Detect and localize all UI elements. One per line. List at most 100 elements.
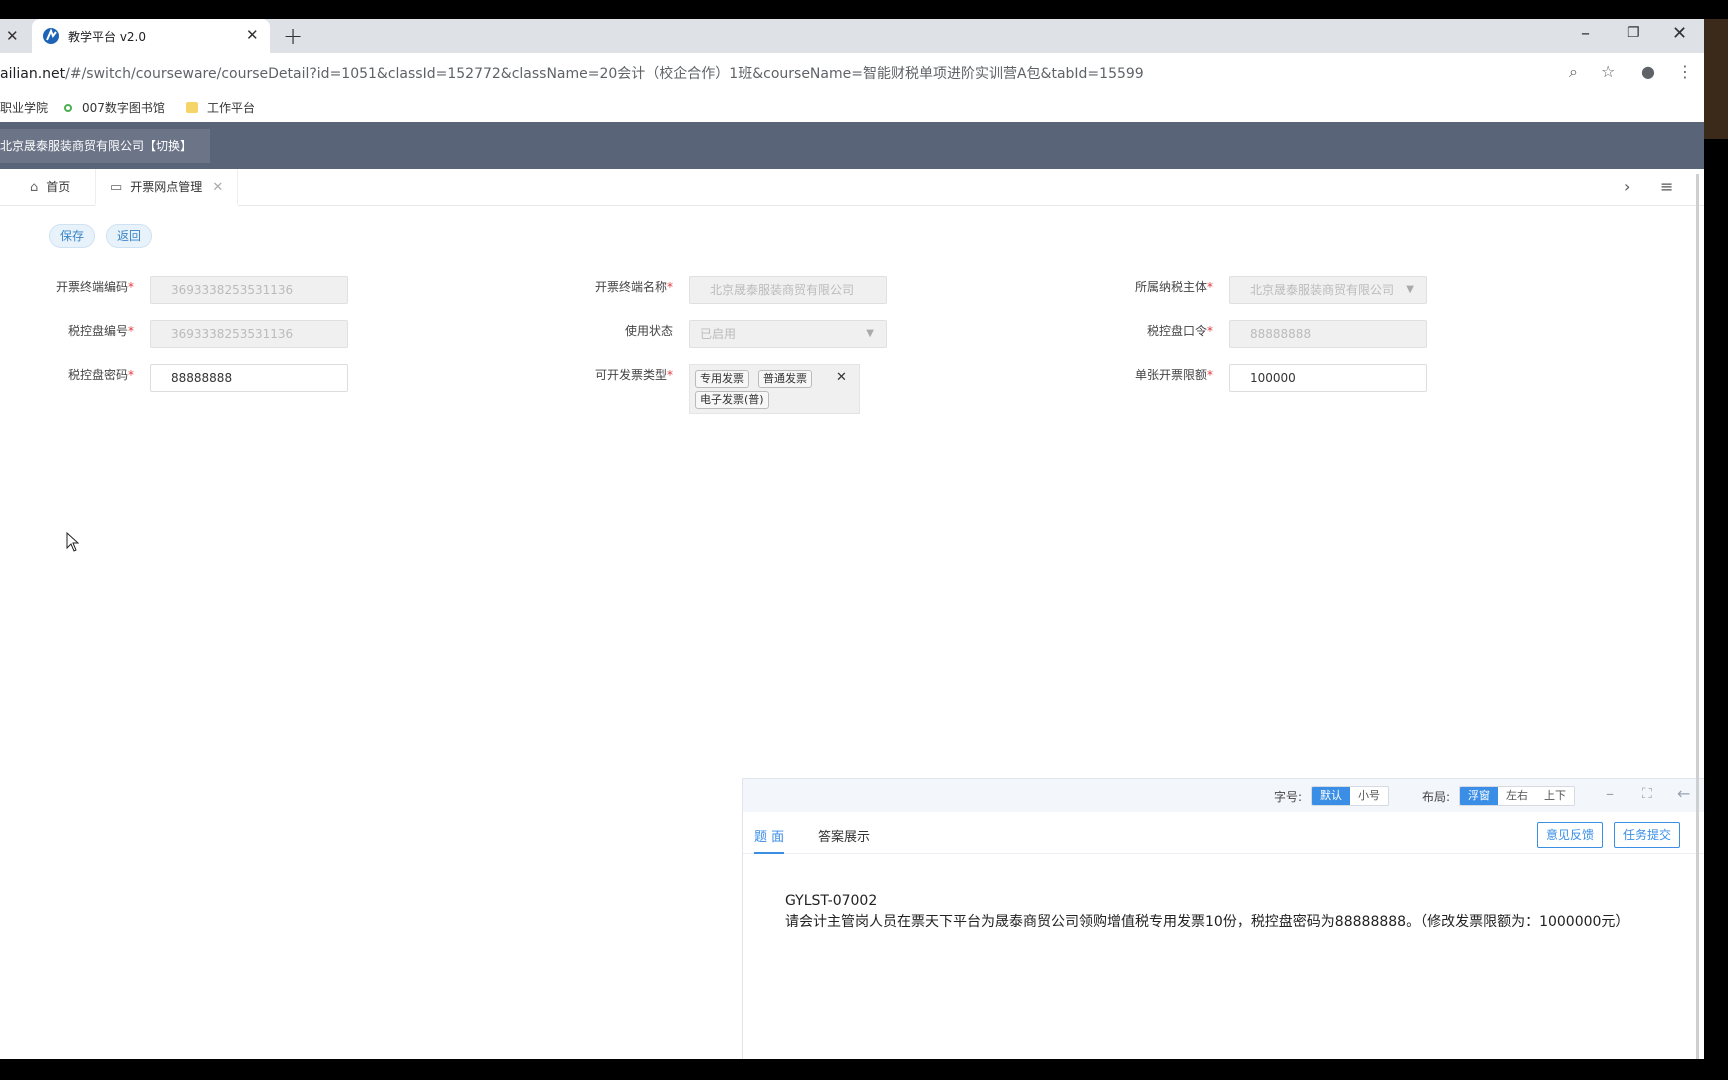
label-text: 税控盘编号 <box>67 324 128 338</box>
document-icon: ▭ <box>110 180 123 195</box>
tab-title: 教学平台 v2.0 <box>68 30 147 44</box>
profile-icon[interactable]: ● <box>1641 62 1655 81</box>
close-icon[interactable]: ✕ <box>6 27 19 45</box>
required-mark: * <box>128 324 134 338</box>
invoice-types-multiselect[interactable]: 专用发票 普通发票 ✕ 电子发票(普) <box>689 364 860 414</box>
submit-task-button[interactable]: 任务提交 <box>1614 822 1681 848</box>
browser-tab[interactable]: 教学平台 v2.0 ✕ <box>32 19 270 53</box>
label-text: 开票终端名称 <box>594 280 667 294</box>
arrow-left-icon[interactable]: ← <box>1677 784 1690 803</box>
chevron-right-icon[interactable]: › <box>1624 177 1630 196</box>
layout-topbottom-option[interactable]: 上下 <box>1536 787 1574 805</box>
save-button[interactable]: 保存 <box>49 224 96 248</box>
required-mark: * <box>1207 280 1213 294</box>
screen-bottom-edge <box>0 1059 1728 1080</box>
close-icon[interactable]: ✕ <box>212 180 223 195</box>
tab-answer[interactable]: 答案展示 <box>818 826 870 845</box>
required-mark: * <box>1207 368 1213 382</box>
home-icon: ⌂ <box>30 180 39 195</box>
bookmark-item[interactable]: 职业学院 <box>0 99 48 116</box>
label-text: 可开发票类型 <box>594 368 667 382</box>
disk-command-field[interactable]: 88888888 <box>1229 320 1427 348</box>
zoom-icon[interactable]: ⌕ <box>1569 62 1578 82</box>
disk-no-field[interactable]: 3693338253531136 <box>150 320 348 348</box>
terminal-name-field[interactable]: 北京晟泰服装商贸有限公司 <box>689 276 887 304</box>
select-value: 已启用 <box>700 327 737 341</box>
invoice-type-tag[interactable]: 电子发票(普) <box>695 391 769 409</box>
minimize-icon[interactable]: – <box>1581 23 1590 44</box>
invoice-type-tag[interactable]: 专用发票 <box>695 370 749 388</box>
invoice-types-label: 可开发票类型* <box>553 366 673 383</box>
tab-invoice-point[interactable]: ▭ 开票网点管理 ✕ <box>95 169 239 206</box>
required-mark: * <box>1207 324 1213 338</box>
disk-no-label: 税控盘编号* <box>14 322 134 339</box>
status-select[interactable]: 已启用 ▼ <box>689 320 887 348</box>
desktop-edge <box>1704 19 1728 139</box>
url-text[interactable]: ailian.net/#/switch/courseware/courseDet… <box>0 63 1144 83</box>
bookmark-label: 007数字图书馆 <box>82 101 165 115</box>
folder-icon <box>186 102 198 113</box>
label-text: 所属纳税主体 <box>1134 280 1207 294</box>
menu-dots-icon[interactable]: ⋮ <box>1677 62 1693 81</box>
disk-command-label: 税控盘口令* <box>1093 322 1213 339</box>
invoice-type-tag[interactable]: 普通发票 <box>758 370 812 388</box>
new-tab-icon[interactable]: + <box>283 22 303 50</box>
bookmark-folder[interactable]: 工作平台 <box>186 99 255 116</box>
required-mark: * <box>667 368 673 382</box>
question-code: GYLST-07002 <box>785 893 878 909</box>
limit-label: 单张开票限额* <box>1093 366 1213 383</box>
font-size-toggle: 默认 小号 <box>1311 786 1389 806</box>
tab-invoice-point-label: 开票网点管理 <box>130 180 203 194</box>
feedback-button[interactable]: 意见反馈 <box>1537 822 1604 848</box>
close-icon[interactable]: ✕ <box>246 26 259 44</box>
terminal-code-field[interactable]: 3693338253531136 <box>150 276 348 304</box>
layout-toggle: 浮窗 左右 上下 <box>1459 786 1575 806</box>
status-label: 使用状态 <box>624 324 673 338</box>
required-mark: * <box>667 280 673 294</box>
disk-password-field[interactable]: 88888888 <box>150 364 348 392</box>
minimize-icon[interactable]: – <box>1606 784 1614 803</box>
limit-field[interactable]: 100000 <box>1229 364 1427 392</box>
site-icon <box>64 104 72 112</box>
restore-icon[interactable]: ❐ <box>1627 25 1640 41</box>
tab-strip: ✕ 教学平台 v2.0 ✕ + – ❐ ✕ <box>0 19 1704 53</box>
question-text: 请会计主管岗人员在票天下平台为晟泰商贸公司领购增值税专用发票10份，税控盘密码为… <box>785 914 1630 930</box>
company-switcher[interactable]: 北京晟泰服装商贸有限公司【切换】 <box>0 129 210 163</box>
taxpayer-select[interactable]: 北京晟泰服装商贸有限公司 ▼ <box>1229 276 1427 304</box>
url-path: /#/switch/courseware/courseDetail?id=105… <box>65 66 1144 82</box>
task-panel: 字号: 默认 小号 布局: 浮窗 左右 上下 – ⛶ ← 题 面 答案展示 意见… <box>742 778 1704 1059</box>
bookmark-item[interactable]: 007数字图书馆 <box>64 99 165 116</box>
tab-home-label: 首页 <box>46 180 71 194</box>
terminal-code-label: 开票终端编码* <box>14 278 134 295</box>
back-button[interactable]: 返回 <box>106 224 153 248</box>
tab-home[interactable]: ⌂ 首页 <box>30 169 70 206</box>
layout-leftright-option[interactable]: 左右 <box>1498 787 1536 805</box>
platform-logo-icon <box>43 28 59 44</box>
fullscreen-icon[interactable]: ⛶ <box>1642 786 1652 802</box>
panel-toolbar: 字号: 默认 小号 布局: 浮窗 左右 上下 – ⛶ ← <box>743 779 1704 812</box>
address-bar[interactable]: ailian.net/#/switch/courseware/courseDet… <box>0 53 1704 91</box>
bookmark-label: 工作平台 <box>207 101 256 115</box>
page-scrollbar[interactable] <box>1696 174 1699 1059</box>
menu-icon[interactable]: ≡ <box>1660 177 1673 196</box>
tab-question[interactable]: 题 面 <box>754 826 785 854</box>
select-value: 北京晟泰服装商贸有限公司 <box>1250 283 1395 297</box>
font-small-option[interactable]: 小号 <box>1350 787 1388 805</box>
terminal-name-label: 开票终端名称* <box>553 278 673 295</box>
font-default-option[interactable]: 默认 <box>1312 787 1350 805</box>
caret-down-icon: ▼ <box>866 328 874 339</box>
layout-float-option[interactable]: 浮窗 <box>1460 787 1498 805</box>
required-mark: * <box>128 280 134 294</box>
app-header: 北京晟泰服装商贸有限公司【切换】 <box>0 122 1704 169</box>
clear-icon[interactable]: ✕ <box>836 370 847 385</box>
label-text: 税控盘口令 <box>1146 324 1207 338</box>
screen: ✕ 教学平台 v2.0 ✕ + – ❐ ✕ ailian.net/#/switc… <box>0 0 1728 1080</box>
mouse-cursor-icon <box>66 532 80 552</box>
font-size-label: 字号: <box>1274 790 1303 804</box>
bookmark-star-icon[interactable]: ☆ <box>1601 62 1615 81</box>
disk-password-label: 税控盘密码* <box>14 366 134 383</box>
browser-window: ✕ 教学平台 v2.0 ✕ + – ❐ ✕ ailian.net/#/switc… <box>0 19 1704 1059</box>
window-close-icon[interactable]: ✕ <box>1672 23 1687 44</box>
caret-down-icon: ▼ <box>1406 284 1414 295</box>
layout-label: 布局: <box>1422 790 1451 804</box>
